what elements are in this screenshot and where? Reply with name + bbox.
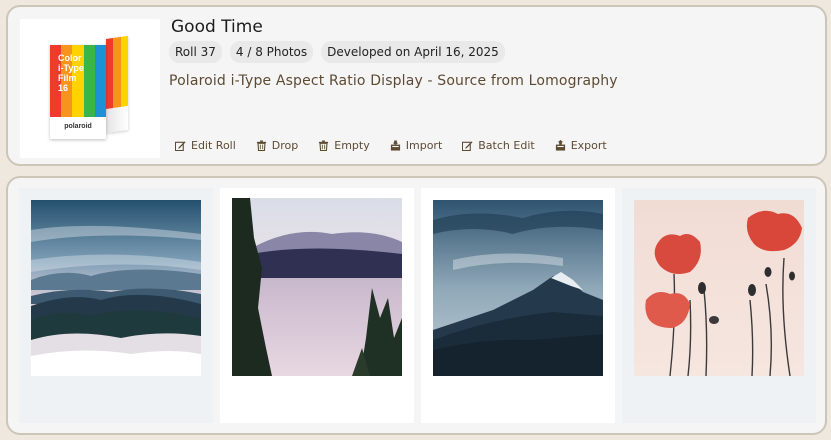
photo-count-badge: 4 / 8 Photos (229, 41, 314, 63)
film-box-image: Color i-Type Film 16 polaroid (20, 19, 160, 158)
export-label: Export (570, 139, 607, 152)
batch-edit-label: Batch Edit (478, 139, 535, 152)
film-box-count: 16 (58, 83, 69, 93)
photo-grid-panel (6, 176, 827, 435)
edit-icon (175, 141, 186, 151)
empty-label: Empty (334, 139, 370, 152)
import-button[interactable]: Import (390, 139, 443, 152)
photo-card-cloudy-peak[interactable] (421, 188, 615, 423)
photo-mountain-lake (232, 198, 402, 376)
roll-badges: Roll 37 4 / 8 Photos Developed on April … (169, 41, 505, 63)
roll-description: Polaroid i-Type Aspect Ratio Display - S… (169, 73, 618, 89)
drop-label: Drop (271, 139, 299, 152)
photo-card-poppies[interactable] (622, 188, 816, 423)
roll-info-panel: Color i-Type Film 16 polaroid Good Time … (6, 5, 827, 166)
photo-card-misty-mountains[interactable] (19, 188, 213, 423)
empty-button[interactable]: Empty (318, 139, 370, 152)
trash-icon (319, 140, 329, 151)
film-box-label: Color i-Type Film 16 (58, 53, 106, 93)
roll-title: Good Time (171, 17, 263, 37)
drop-button[interactable]: Drop (256, 139, 298, 152)
photo-cloudy-peak (433, 200, 603, 376)
import-label: Import (405, 139, 443, 152)
edit-icon (462, 141, 473, 151)
edit-roll-label: Edit Roll (191, 139, 236, 152)
photo-card-mountain-lake[interactable] (220, 188, 414, 423)
film-box-front: Color i-Type Film 16 polaroid (50, 45, 106, 139)
film-box-line1: Color (58, 53, 82, 63)
photo-poppies (634, 200, 804, 376)
roll-number-badge: Roll 37 (169, 41, 222, 63)
developed-date-badge: Developed on April 16, 2025 (321, 41, 505, 63)
film-box-line2: i-Type (58, 63, 84, 73)
film-box-line3: Film (58, 73, 77, 83)
film-box-brand: polaroid (64, 123, 92, 130)
import-icon (390, 140, 400, 151)
batch-edit-button[interactable]: Batch Edit (462, 139, 535, 152)
roll-actions-toolbar: Edit Roll Drop Empty Import Batch Edit E… (175, 139, 607, 152)
film-box: Color i-Type Film 16 polaroid (50, 35, 128, 139)
photo-misty-mountains (31, 200, 201, 376)
trash-icon (256, 140, 266, 151)
export-button[interactable]: Export (555, 139, 607, 152)
film-box-side (106, 35, 128, 134)
export-icon (555, 140, 565, 151)
edit-roll-button[interactable]: Edit Roll (175, 139, 236, 152)
